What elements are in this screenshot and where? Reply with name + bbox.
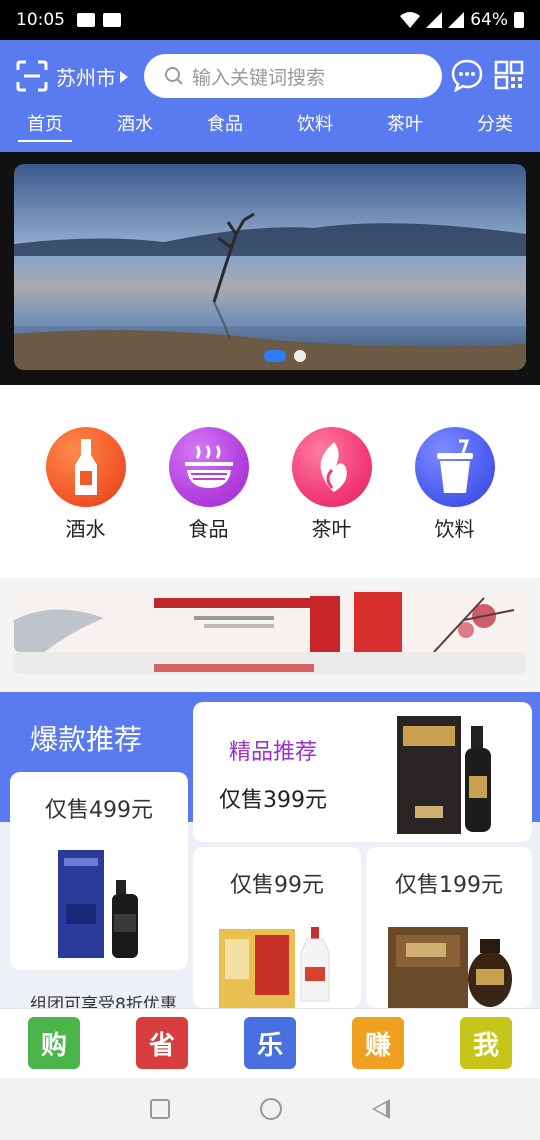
status-bar: 10:05 64% (0, 0, 540, 40)
message-icon[interactable] (450, 58, 484, 92)
product-card-featured[interactable]: 精品推荐 仅售399元 (193, 702, 532, 842)
tab-beverages[interactable]: 饮料 (270, 106, 360, 146)
home-icon[interactable] (260, 1098, 282, 1120)
bottle-icon (45, 427, 126, 507)
system-nav-bar (0, 1078, 540, 1140)
city-selector[interactable]: 苏州市 (56, 62, 128, 91)
battery-icon (514, 12, 524, 28)
drink-cup-icon (414, 427, 495, 507)
category-grid: 酒水 食品 茶叶 饮料 (0, 385, 540, 577)
promo-strip (0, 578, 540, 692)
category-label: 茶叶 (311, 517, 352, 541)
tab-drinks-liquor[interactable]: 酒水 (90, 106, 180, 146)
nav-save[interactable]: 省 (136, 1017, 188, 1069)
product-image-black-box (397, 716, 491, 834)
category-label: 食品 (188, 517, 229, 541)
promo-secondary-image (14, 652, 526, 674)
promo-banner-secondary[interactable] (14, 652, 526, 674)
tab-tea[interactable]: 茶叶 (360, 106, 450, 146)
bottom-nav: 购 省 乐 赚 我 (0, 1008, 540, 1078)
nav-shop[interactable]: 购 (28, 1017, 80, 1069)
hot-products-section: 爆款推荐 仅售499元 精品推荐 仅售399元 仅售99元 仅售199元 组团可… (0, 692, 540, 1015)
product-image-brown-box (388, 927, 512, 1008)
product-card-main[interactable]: 仅售499元 (10, 772, 188, 970)
product-price: 仅售99元 (230, 873, 324, 898)
page-dot[interactable] (294, 350, 306, 362)
product-price: 仅售499元 (45, 798, 153, 823)
category-label: 酒水 (65, 517, 106, 541)
promo-banner[interactable] (14, 590, 526, 652)
scan-icon[interactable] (16, 60, 48, 92)
status-time: 10:05 (16, 10, 65, 30)
back-icon[interactable] (372, 1099, 390, 1119)
flame-icon (291, 427, 372, 507)
landscape-image (14, 164, 526, 370)
nav-earn[interactable]: 赚 (352, 1017, 404, 1069)
section-title: 爆款推荐 (30, 723, 143, 756)
category-tabs: 首页 酒水 食品 饮料 茶叶 分类 (0, 106, 540, 146)
product-card-small[interactable]: 仅售99元 (193, 847, 361, 1008)
product-image-yellow-box (219, 927, 330, 1008)
search-input[interactable]: 输入关键词搜索 (144, 54, 442, 98)
banner-section (0, 152, 540, 385)
tab-categories[interactable]: 分类 (450, 106, 540, 146)
signal-icon (426, 12, 443, 28)
category-liquor[interactable]: 酒水 (36, 427, 136, 577)
category-label: 饮料 (434, 517, 475, 541)
product-price: 仅售199元 (395, 873, 503, 898)
search-placeholder: 输入关键词搜索 (192, 66, 326, 89)
promo-liquor-image (14, 590, 526, 652)
product-card-small[interactable]: 仅售199元 (366, 847, 532, 1008)
city-label: 苏州市 (56, 66, 116, 90)
page-dot-active[interactable] (264, 350, 286, 362)
category-food[interactable]: 食品 (159, 427, 259, 577)
tab-food[interactable]: 食品 (180, 106, 270, 146)
banner-image[interactable] (14, 164, 526, 370)
product-image-blue-box (58, 850, 138, 958)
qr-grid-icon[interactable] (494, 60, 524, 90)
category-tea[interactable]: 茶叶 (282, 427, 382, 577)
signal-icon-2 (448, 12, 465, 28)
category-beverages[interactable]: 饮料 (405, 427, 505, 577)
featured-subtitle: 精品推荐 (229, 740, 318, 765)
notification-icon (77, 13, 95, 27)
nav-fun[interactable]: 乐 (244, 1017, 296, 1069)
image-icon (103, 13, 121, 27)
recent-apps-icon[interactable] (150, 1099, 170, 1119)
app-header: 苏州市 输入关键词搜索 首页 酒水 食品 饮料 茶叶 分类 (0, 40, 540, 152)
wifi-icon (400, 12, 421, 28)
battery-percent: 64% (470, 10, 508, 30)
tab-home[interactable]: 首页 (0, 106, 90, 146)
search-icon (165, 67, 183, 85)
banner-pagination (264, 350, 306, 362)
caret-right-icon (120, 70, 128, 83)
product-price: 仅售399元 (219, 788, 327, 813)
nav-me[interactable]: 我 (460, 1017, 512, 1069)
noodle-bowl-icon (168, 427, 249, 507)
